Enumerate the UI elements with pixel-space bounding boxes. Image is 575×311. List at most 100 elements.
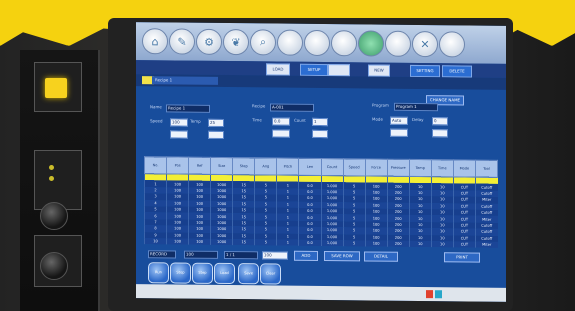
stop-button[interactable]: Stop	[170, 262, 191, 284]
value-field[interactable]: 100	[184, 250, 218, 259]
setting-button[interactable]: SETTING	[410, 64, 440, 78]
alarm-indicator[interactable]	[426, 290, 433, 299]
status-led	[49, 165, 54, 170]
blank-icon[interactable]	[439, 31, 465, 58]
mode-field[interactable]: Auto	[390, 116, 408, 125]
hmi-screen: ⌂ ✎ ⚙ ❦ ⌕ ✕ LOAD SETUP NEW SETTING DELET…	[136, 22, 506, 302]
load-recipe-button[interactable]: Load	[214, 262, 235, 285]
count-label: Count	[294, 117, 306, 123]
home-icon[interactable]: ⌂	[142, 28, 168, 55]
blank-icon[interactable]	[277, 29, 303, 56]
table-cell: 1000	[210, 238, 233, 246]
table-cell: 1.000	[321, 239, 344, 247]
column-header[interactable]: Ref	[188, 157, 211, 175]
run-button[interactable]: Run	[148, 262, 169, 284]
count-field-bottom[interactable]: 100	[262, 251, 288, 260]
blank-icon[interactable]	[385, 30, 411, 57]
table-cell: 10	[144, 238, 167, 245]
table-cell: 100	[166, 238, 189, 245]
recipe-form: CHANGE NAME Name Recipe 1 Recipe A-001 P…	[144, 92, 498, 160]
table-cell: 10	[409, 240, 432, 248]
column-header[interactable]: Temp	[409, 159, 432, 177]
new-button[interactable]: NEW	[368, 64, 390, 77]
step-button[interactable]: Step	[192, 262, 213, 284]
blank-nav-button[interactable]	[328, 64, 350, 77]
table-cell: 200	[387, 240, 410, 248]
tool-icon[interactable]: ✎	[169, 28, 195, 55]
name-label: Name	[150, 104, 162, 110]
name-field[interactable]: Recipe 1	[166, 104, 210, 113]
column-header[interactable]: Step	[232, 157, 255, 175]
column-header[interactable]: Time	[431, 159, 454, 177]
table-cell: 1	[276, 239, 299, 247]
column-header[interactable]: Pressure	[387, 159, 410, 177]
column-header[interactable]: Ang	[254, 157, 277, 176]
time-label: Time	[252, 117, 262, 123]
blank-icon[interactable]	[304, 29, 330, 57]
aux-field[interactable]	[272, 129, 290, 138]
load-button[interactable]: LOAD	[266, 63, 290, 76]
status-led	[49, 176, 54, 181]
detail-button[interactable]: DETAIL	[364, 251, 398, 262]
table-cell: 5	[254, 239, 277, 246]
delay-label: Delay	[412, 116, 424, 123]
column-header[interactable]: Tool	[475, 160, 498, 178]
selector-knob[interactable]	[40, 202, 68, 230]
aux-field[interactable]	[312, 129, 328, 139]
delay-field[interactable]: 0	[432, 117, 448, 126]
amber-push-button[interactable]	[45, 78, 67, 98]
table-cell: CUT	[453, 241, 476, 248]
column-header[interactable]: Mode	[453, 159, 476, 178]
title-row: Recipe 1	[136, 74, 506, 90]
recipe-field[interactable]: A-001	[270, 103, 314, 112]
recipe-table: No. Pos Ref Size Step Ang Pitch Len Coun…	[144, 156, 498, 249]
table-cell: 15	[232, 238, 255, 246]
column-header[interactable]: Count	[321, 158, 344, 176]
table-cell: Miter	[475, 241, 498, 249]
column-header[interactable]: Speed	[343, 158, 366, 176]
time-field[interactable]: 0.0	[272, 117, 290, 126]
table-cell: 10	[431, 241, 454, 248]
save-recipe-button[interactable]: Save	[238, 263, 259, 285]
temp-field[interactable]: 25	[208, 118, 224, 127]
column-header[interactable]: Size	[210, 157, 233, 175]
aux-field[interactable]	[208, 130, 224, 139]
delete-button[interactable]: DELETE	[442, 65, 472, 78]
table-cell: 100	[365, 240, 388, 247]
add-button[interactable]: ADD	[294, 250, 318, 261]
aux-field[interactable]	[170, 130, 188, 139]
wrench-icon[interactable]: ✕	[412, 30, 438, 58]
key-switch[interactable]	[40, 252, 68, 280]
column-header[interactable]: Force	[365, 158, 388, 177]
speed-label: Speed	[150, 118, 163, 124]
search-icon[interactable]: ⌕	[250, 29, 276, 56]
table-cell: 0.0	[298, 239, 321, 247]
network-indicator[interactable]	[435, 290, 442, 299]
count-field[interactable]: 1	[312, 117, 328, 127]
blank-icon[interactable]	[331, 30, 357, 57]
page-field[interactable]: 1 / 1	[224, 250, 258, 260]
temp-label: Temp	[190, 118, 201, 124]
table-cell: 5	[343, 240, 366, 247]
clear-button[interactable]: Clear	[260, 263, 281, 285]
leaf-icon[interactable]: ❦	[223, 28, 249, 56]
table-cell: 100	[188, 238, 211, 246]
column-header[interactable]: Len	[298, 158, 321, 176]
icon-toolbar: ⌂ ✎ ⚙ ❦ ⌕ ✕	[136, 22, 506, 64]
program-field[interactable]: Program 1	[394, 102, 438, 112]
save-row-button[interactable]: SAVE ROW	[324, 251, 360, 262]
recipe-label: Recipe	[252, 103, 266, 109]
print-button[interactable]: PRINT	[444, 252, 480, 263]
setup-button[interactable]: SETUP	[300, 63, 328, 77]
panel-indicator-block	[34, 150, 82, 210]
aux-field[interactable]	[390, 128, 408, 137]
column-header[interactable]: No.	[144, 156, 167, 174]
record-field[interactable]: RECORD	[148, 250, 176, 259]
gear-icon[interactable]: ⚙	[196, 28, 222, 55]
speed-field[interactable]: 100	[170, 118, 188, 127]
aux-field[interactable]	[432, 129, 448, 138]
circle-icon[interactable]	[358, 30, 384, 57]
column-header[interactable]: Pos	[166, 156, 189, 175]
mode-label: Mode	[372, 116, 383, 122]
column-header[interactable]: Pitch	[276, 158, 299, 176]
